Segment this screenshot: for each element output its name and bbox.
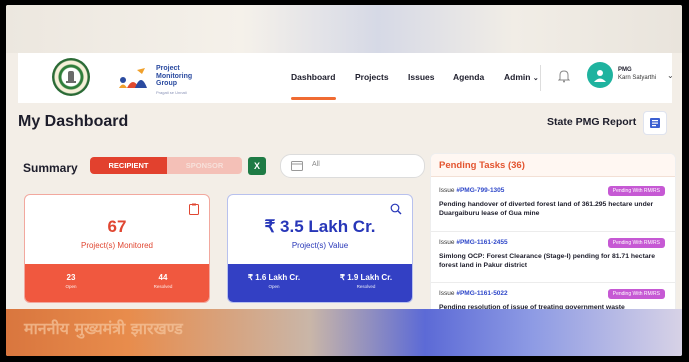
header-bar: Project Monitoring Group Pragati se Unna… [18, 53, 674, 103]
brand-line-1: Project [156, 65, 180, 72]
value-resolved-label: Resolved [356, 284, 376, 289]
task-issue-id[interactable]: #PMG-799-1305 [456, 187, 504, 194]
nav-projects[interactable]: Projects [355, 72, 389, 82]
value-open-value: ₹ 1.6 Lakh Cr. [247, 273, 301, 282]
filter-value: All [312, 161, 320, 168]
top-banner [6, 5, 682, 53]
task-description: Pending handover of diverted forest land… [439, 201, 654, 217]
status-badge: Pending With RM/RS [607, 238, 665, 248]
clipboard-icon [189, 203, 199, 215]
task-divider [431, 231, 675, 232]
task-issue-prefix: Issue [439, 239, 457, 246]
monitored-breakdown: 23 Open 44 Resolved [25, 264, 209, 302]
monitored-resolved-value: 44 [158, 273, 168, 282]
user-role: PMG [618, 67, 632, 73]
state-report-label[interactable]: State PMG Report [547, 116, 636, 128]
task-divider [431, 282, 675, 283]
value-amount: ₹ 3.5 Lakh Cr. [264, 217, 376, 236]
pending-tasks-header: Pending Tasks (36) [431, 154, 675, 177]
nav-admin[interactable]: Admin ⌄ [504, 72, 539, 82]
bell-icon[interactable] [558, 69, 570, 83]
user-name: Karn Satyarthi [618, 75, 657, 81]
chevron-down-icon: ⌄ [532, 75, 539, 82]
user-menu-chevron-icon[interactable]: ⌄ [667, 71, 674, 80]
summary-label: Summary [23, 161, 78, 175]
pending-tasks-panel: Pending Tasks (36) Issue #PMG-799-1305 P… [430, 153, 676, 315]
user-icon [594, 70, 606, 82]
monitored-count: 67 [107, 217, 127, 236]
value-label: Project(s) Value [291, 241, 349, 250]
monitored-open-value: 23 [66, 273, 76, 282]
state-emblem-icon[interactable] [52, 58, 90, 96]
monitored-open-label: Open [65, 284, 77, 289]
pending-tasks-title: Pending Tasks (36) [439, 160, 525, 171]
nav-issues[interactable]: Issues [408, 72, 434, 82]
avatar[interactable] [587, 62, 613, 88]
projects-value-card[interactable]: ₹ 3.5 Lakh Cr. Project(s) Value ₹ 1.6 La… [227, 194, 413, 303]
calendar-icon [291, 161, 303, 171]
filter-select[interactable]: All [280, 154, 425, 178]
value-open-label: Open [268, 284, 280, 289]
nav-active-indicator [291, 97, 336, 100]
nav-admin-label: Admin [504, 72, 531, 82]
task-description: Simlong OCP: Forest Clearance (Stage-I) … [439, 253, 656, 269]
task-issue-id[interactable]: #PMG-1161-2455 [456, 239, 507, 246]
task-issue-id[interactable]: #PMG-1161-5022 [456, 290, 507, 297]
recipient-sponsor-toggle[interactable]: RECIPIENT SPONSOR [90, 157, 242, 174]
app-frame: Project Monitoring Group Pragati se Unna… [6, 5, 682, 356]
monitored-label: Project(s) Monitored [80, 241, 154, 250]
monitored-resolved[interactable]: 44 Resolved [117, 264, 209, 302]
value-resolved[interactable]: ₹ 1.9 Lakh Cr. Resolved [320, 264, 412, 302]
task-issue-prefix: Issue [439, 187, 457, 194]
task-issue-prefix: Issue [439, 290, 457, 297]
brand-name: Project Monitoring Group Pragati se Unna… [156, 65, 192, 96]
task-item[interactable]: Issue #PMG-1161-2455 Pending With RM/RS … [439, 238, 667, 270]
value-resolved-value: ₹ 1.9 Lakh Cr. [339, 273, 393, 282]
value-breakdown: ₹ 1.6 Lakh Cr. Open ₹ 1.9 Lakh Cr. Resol… [228, 264, 412, 302]
header-divider [540, 65, 541, 91]
status-badge: Pending With RM/RS [607, 289, 665, 299]
brand-line-2: Monitoring [156, 72, 193, 80]
brand-line-3: Group [156, 80, 177, 87]
nav-agenda[interactable]: Agenda [453, 72, 484, 82]
nav-dashboard[interactable]: Dashboard [291, 72, 335, 82]
page-title: My Dashboard [18, 113, 129, 130]
value-open[interactable]: ₹ 1.6 Lakh Cr. Open [228, 264, 320, 302]
task-item[interactable]: Issue #PMG-799-1305 Pending With RM/RS P… [439, 186, 667, 218]
report-icon[interactable] [643, 111, 667, 135]
pmg-logo-icon [119, 68, 147, 88]
search-rupee-icon [390, 203, 402, 215]
monitored-open[interactable]: 23 Open [25, 264, 117, 302]
toggle-sponsor[interactable]: SPONSOR [167, 157, 242, 174]
footer-text: माननीय मुख्यमंत्री झारखण्ड [24, 319, 183, 338]
brand-tagline: Pragati se Unnati [156, 89, 187, 95]
monitored-resolved-label: Resolved [153, 284, 173, 289]
status-badge: Pending With RM/RS [607, 186, 665, 196]
excel-export-icon[interactable]: X [248, 157, 266, 175]
toggle-recipient[interactable]: RECIPIENT [90, 157, 167, 174]
projects-monitored-card[interactable]: 67 Project(s) Monitored 23 Open 44 Resol… [24, 194, 210, 303]
